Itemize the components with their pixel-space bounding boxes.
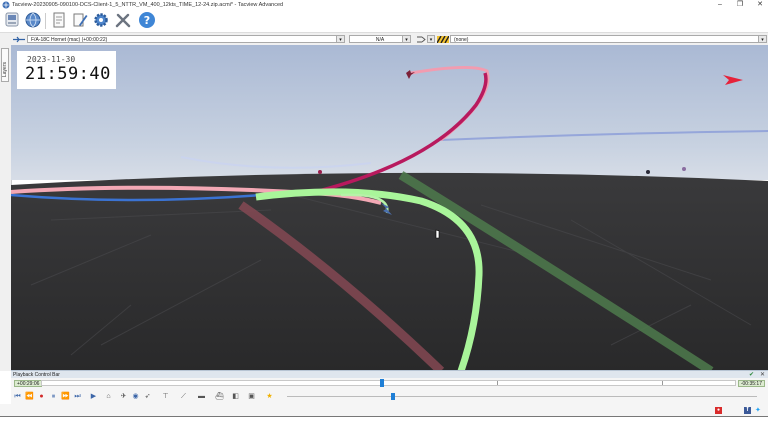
hazard-stripe-icon xyxy=(437,36,449,43)
title-bar: Tacview-20230905-090100-DCS-Client-1_5_N… xyxy=(0,0,768,10)
record-icon[interactable]: ● xyxy=(37,392,46,401)
main-toolbar: ? xyxy=(0,10,768,32)
ruler-icon[interactable]: ⟋ xyxy=(179,392,188,401)
bottom-bar xyxy=(0,416,768,433)
timeline-marker xyxy=(662,381,663,385)
skip-to-end-icon[interactable]: ⏭ xyxy=(73,392,82,401)
globe-icon[interactable] xyxy=(23,10,43,30)
chevron-down-icon: ▾ xyxy=(336,36,344,42)
target-dropdown[interactable]: N/A ▾ xyxy=(349,35,411,43)
chase-view-icon[interactable]: ➶ xyxy=(143,392,152,401)
chevron-down-icon: ▾ xyxy=(428,36,434,43)
skip-to-start-icon[interactable]: ⏮ xyxy=(13,392,22,401)
timeline-marker xyxy=(497,381,498,385)
timeline-track[interactable] xyxy=(41,379,736,387)
timeline-row: +00:29:06 -00:35:17 xyxy=(11,378,768,389)
link-dropdown[interactable]: ▾ xyxy=(427,35,435,43)
timeline-end-time: -00:35:17 xyxy=(737,380,765,387)
target-value: N/A xyxy=(375,37,385,43)
link-icon[interactable] xyxy=(416,35,426,44)
step-forward-icon[interactable]: ⏩ xyxy=(61,392,70,401)
playback-controls: ⏮ ⏪ ● ⏸ ⏩ ⏭ ▶ ⌂ ✈ ◉ ➶ ⊤ ⟋ ▬ ⛴ ◧ ▣ ★ xyxy=(11,389,768,404)
twitter-icon[interactable]: ✦ xyxy=(755,406,761,415)
minimize-button[interactable]: – xyxy=(710,0,730,10)
play-icon[interactable]: ▶ xyxy=(89,392,98,401)
sky xyxy=(11,45,768,180)
ground-plane xyxy=(11,172,768,371)
chevron-down-icon: ▾ xyxy=(758,36,766,42)
toolbar-separator xyxy=(45,13,46,29)
secondary-object-dropdown[interactable]: (none) ▾ xyxy=(450,35,767,43)
pause-icon[interactable]: ⏸ xyxy=(49,392,58,401)
selected-object-value: F/A-18C Hornet (mac) (+00:00:22) xyxy=(31,37,108,43)
hand-cursor-icon xyxy=(435,229,440,239)
timeline-start-time: +00:29:06 xyxy=(14,380,43,387)
3d-viewport[interactable] xyxy=(11,45,768,371)
secondary-object-value: (none) xyxy=(454,37,469,43)
record-status-icon[interactable]: ● xyxy=(715,407,722,414)
display-options-icon[interactable]: ▣ xyxy=(247,392,256,401)
ground-unit-marker-far xyxy=(682,167,686,171)
layers-tab-label: Layers xyxy=(2,61,8,77)
ship-icon[interactable]: ⛴ xyxy=(215,392,224,401)
settings-gear-icon[interactable] xyxy=(91,10,111,30)
labels-icon[interactable]: ◧ xyxy=(231,392,240,401)
tools-icon[interactable] xyxy=(113,10,133,30)
svg-text:?: ? xyxy=(144,14,150,27)
clock-time: 21:59:40 xyxy=(25,64,111,84)
status-bar: ● f ✦ xyxy=(0,404,768,416)
favorite-star-icon[interactable]: ★ xyxy=(265,392,274,401)
ground-unit-marker-right xyxy=(646,170,650,174)
aircraft-icon xyxy=(13,36,25,43)
recorder-icon[interactable] xyxy=(2,10,22,30)
ground-unit-marker xyxy=(318,170,322,174)
chevron-down-icon: ▾ xyxy=(402,36,410,42)
window-title: Tacview-20230905-090100-DCS-Client-1_5_N… xyxy=(12,2,284,8)
help-icon[interactable]: ? xyxy=(137,10,157,30)
layers-side-tab[interactable]: Layers xyxy=(1,48,9,82)
close-button[interactable]: ✕ xyxy=(750,0,768,10)
selected-object-dropdown[interactable]: F/A-18C Hornet (mac) (+00:00:22) ▾ xyxy=(27,35,345,43)
orbit-view-icon[interactable]: ◉ xyxy=(131,392,140,401)
facebook-icon[interactable]: f xyxy=(744,407,751,414)
clock-overlay: 2023-11-30 21:59:40 xyxy=(17,51,116,89)
playback-speed-track[interactable] xyxy=(287,396,757,397)
timeline-thumb[interactable] xyxy=(380,379,384,387)
cockpit-view-icon[interactable]: ✈ xyxy=(119,392,128,401)
edit-icon[interactable] xyxy=(70,10,90,30)
playback-speed-thumb[interactable] xyxy=(391,393,395,400)
camera-mode-icon[interactable]: ⌂ xyxy=(104,392,113,401)
clock-date: 2023-11-30 xyxy=(27,55,76,64)
document-icon[interactable] xyxy=(49,10,69,30)
tacview-app-icon xyxy=(2,1,10,9)
3d-scene xyxy=(11,45,768,371)
step-back-icon[interactable]: ⏪ xyxy=(25,392,34,401)
maximize-button[interactable]: ❐ xyxy=(730,0,750,10)
measure-tool-icon[interactable]: ⊤ xyxy=(161,392,170,401)
ground-units-icon[interactable]: ▬ xyxy=(197,392,206,401)
